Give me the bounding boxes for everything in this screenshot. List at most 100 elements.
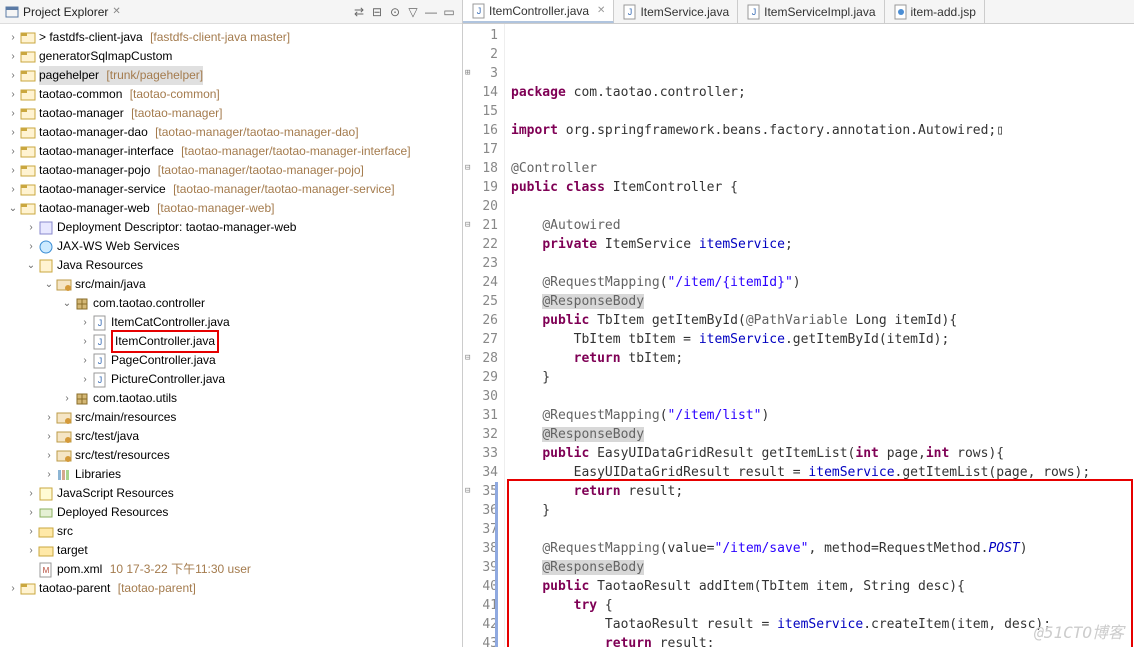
expand-arrow-icon[interactable]: ⌄ [42, 275, 56, 294]
code-line[interactable]: public class ItemController { [511, 178, 1128, 197]
expand-arrow-icon[interactable]: ⌄ [24, 256, 38, 275]
expand-arrow-icon[interactable]: › [78, 370, 92, 389]
expand-arrow-icon[interactable]: › [24, 541, 38, 560]
tree-item[interactable]: ⌄taotao-manager-web [taotao-manager-web] [2, 199, 460, 218]
code-line[interactable]: try { [511, 596, 1128, 615]
code-line[interactable]: @RequestMapping("/item/{itemId}") [511, 273, 1128, 292]
code-editor[interactable]: 12⊞314151617⊟181920⊟21222324252627⊟28293… [463, 24, 1134, 647]
expand-arrow-icon[interactable]: › [6, 161, 20, 180]
expand-arrow-icon[interactable]: ⌄ [6, 199, 20, 218]
tree-item[interactable]: ›generatorSqlmapCustom [2, 47, 460, 66]
expand-arrow-icon[interactable]: › [24, 237, 38, 256]
expand-arrow-icon[interactable]: › [42, 408, 56, 427]
tree-item[interactable]: ›JPageController.java [2, 351, 460, 370]
fold-icon[interactable]: ⊟ [465, 482, 470, 501]
fold-icon[interactable]: ⊟ [465, 216, 470, 235]
link-with-editor-icon[interactable]: ⇄ [350, 3, 368, 21]
code-line[interactable]: TbItem tbItem = itemService.getItemById(… [511, 330, 1128, 349]
code-line[interactable] [511, 520, 1128, 539]
code-line[interactable]: import org.springframework.beans.factory… [511, 121, 1128, 140]
code-line[interactable]: private ItemService itemService; [511, 235, 1128, 254]
tree-item[interactable]: ›taotao-common [taotao-common] [2, 85, 460, 104]
code-line[interactable]: EasyUIDataGridResult result = itemServic… [511, 463, 1128, 482]
expand-arrow-icon[interactable]: › [6, 123, 20, 142]
code-area[interactable]: package com.taotao.controller; import org… [505, 24, 1134, 647]
code-line[interactable] [511, 254, 1128, 273]
code-line[interactable]: @Controller [511, 159, 1128, 178]
editor-tab[interactable]: JItemController.java✕ [463, 0, 614, 23]
code-line[interactable]: } [511, 368, 1128, 387]
editor-tab[interactable]: item-add.jsp [885, 0, 985, 23]
tree-item[interactable]: ›JItemController.java [2, 332, 460, 351]
code-line[interactable]: TaotaoResult result = itemService.create… [511, 615, 1128, 634]
tree-item[interactable]: ›Deployed Resources [2, 503, 460, 522]
focus-icon[interactable]: ⊙ [386, 3, 404, 21]
expand-arrow-icon[interactable]: › [60, 389, 74, 408]
code-line[interactable] [511, 197, 1128, 216]
tree-item[interactable]: ›taotao-manager-interface [taotao-manage… [2, 142, 460, 161]
expand-arrow-icon[interactable]: › [42, 446, 56, 465]
tree-item[interactable]: ›JavaScript Resources [2, 484, 460, 503]
tree-item[interactable]: ›src/test/resources [2, 446, 460, 465]
editor-tab[interactable]: JItemService.java [614, 0, 738, 23]
expand-arrow-icon[interactable]: › [6, 28, 20, 47]
tree-item[interactable]: ›src/main/resources [2, 408, 460, 427]
code-line[interactable] [511, 102, 1128, 121]
tree-item[interactable]: ›JItemCatController.java [2, 313, 460, 332]
code-line[interactable] [511, 387, 1128, 406]
tree-item[interactable]: ⌄Java Resources [2, 256, 460, 275]
code-line[interactable]: @ResponseBody [511, 292, 1128, 311]
code-line[interactable]: public EasyUIDataGridResult getItemList(… [511, 444, 1128, 463]
tree-item[interactable]: ›target [2, 541, 460, 560]
project-tree[interactable]: ›> fastdfs-client-java [fastdfs-client-j… [0, 24, 462, 647]
expand-arrow-icon[interactable]: › [42, 427, 56, 446]
tree-item[interactable]: ›Libraries [2, 465, 460, 484]
tree-item[interactable]: ›> fastdfs-client-java [fastdfs-client-j… [2, 28, 460, 47]
tree-item[interactable]: ›JPictureController.java [2, 370, 460, 389]
tree-item[interactable]: ›JAX-WS Web Services [2, 237, 460, 256]
expand-arrow-icon[interactable]: › [78, 313, 92, 332]
editor-tab[interactable]: JItemServiceImpl.java [738, 0, 884, 23]
expand-arrow-icon[interactable]: › [42, 465, 56, 484]
tree-item[interactable]: ›src/test/java [2, 427, 460, 446]
code-line[interactable]: @ResponseBody [511, 425, 1128, 444]
expand-arrow-icon[interactable]: › [6, 142, 20, 161]
collapse-all-icon[interactable]: ⊟ [368, 3, 386, 21]
tree-item[interactable]: ›taotao-manager-dao [taotao-manager/taot… [2, 123, 460, 142]
expand-arrow-icon[interactable]: › [6, 180, 20, 199]
expand-arrow-icon[interactable]: › [6, 47, 20, 66]
view-menu-icon[interactable]: ▽ [404, 3, 422, 21]
expand-arrow-icon[interactable]: › [24, 503, 38, 522]
code-line[interactable]: return result; [511, 482, 1128, 501]
code-line[interactable]: return result; [511, 634, 1128, 647]
expand-arrow-icon[interactable]: › [6, 104, 20, 123]
tree-item[interactable]: ›taotao-parent [taotao-parent] [2, 579, 460, 598]
fold-icon[interactable]: ⊞ [465, 64, 470, 83]
tree-item[interactable]: ⌄src/main/java [2, 275, 460, 294]
tree-item[interactable]: ›taotao-manager-pojo [taotao-manager/tao… [2, 161, 460, 180]
tree-item[interactable]: ›taotao-manager [taotao-manager] [2, 104, 460, 123]
tree-item[interactable]: ›com.taotao.utils [2, 389, 460, 408]
minimize-icon[interactable]: — [422, 3, 440, 21]
tree-item[interactable]: ›src [2, 522, 460, 541]
code-line[interactable]: @RequestMapping(value="/item/save", meth… [511, 539, 1128, 558]
tree-item[interactable]: Mpom.xml 10 17-3-22 下午11:30 user [2, 560, 460, 579]
maximize-icon[interactable]: ▭ [440, 3, 458, 21]
tree-item[interactable]: ⌄com.taotao.controller [2, 294, 460, 313]
close-tab-icon[interactable]: ✕ [597, 5, 605, 16]
tree-item[interactable]: ›pagehelper [trunk/pagehelper] [2, 66, 460, 85]
expand-arrow-icon[interactable]: ⌄ [60, 294, 74, 313]
code-line[interactable]: package com.taotao.controller; [511, 83, 1128, 102]
code-line[interactable]: } [511, 501, 1128, 520]
expand-arrow-icon[interactable]: › [6, 66, 20, 85]
tree-item[interactable]: ›taotao-manager-service [taotao-manager/… [2, 180, 460, 199]
expand-arrow-icon[interactable]: › [24, 218, 38, 237]
code-line[interactable]: @ResponseBody [511, 558, 1128, 577]
code-line[interactable]: return tbItem; [511, 349, 1128, 368]
view-close-icon[interactable]: ✕ [112, 6, 120, 17]
code-line[interactable]: public TaotaoResult addItem(TbItem item,… [511, 577, 1128, 596]
expand-arrow-icon[interactable]: › [6, 579, 20, 598]
expand-arrow-icon[interactable]: › [24, 484, 38, 503]
expand-arrow-icon[interactable]: › [78, 351, 92, 370]
code-line[interactable]: @Autowired [511, 216, 1128, 235]
